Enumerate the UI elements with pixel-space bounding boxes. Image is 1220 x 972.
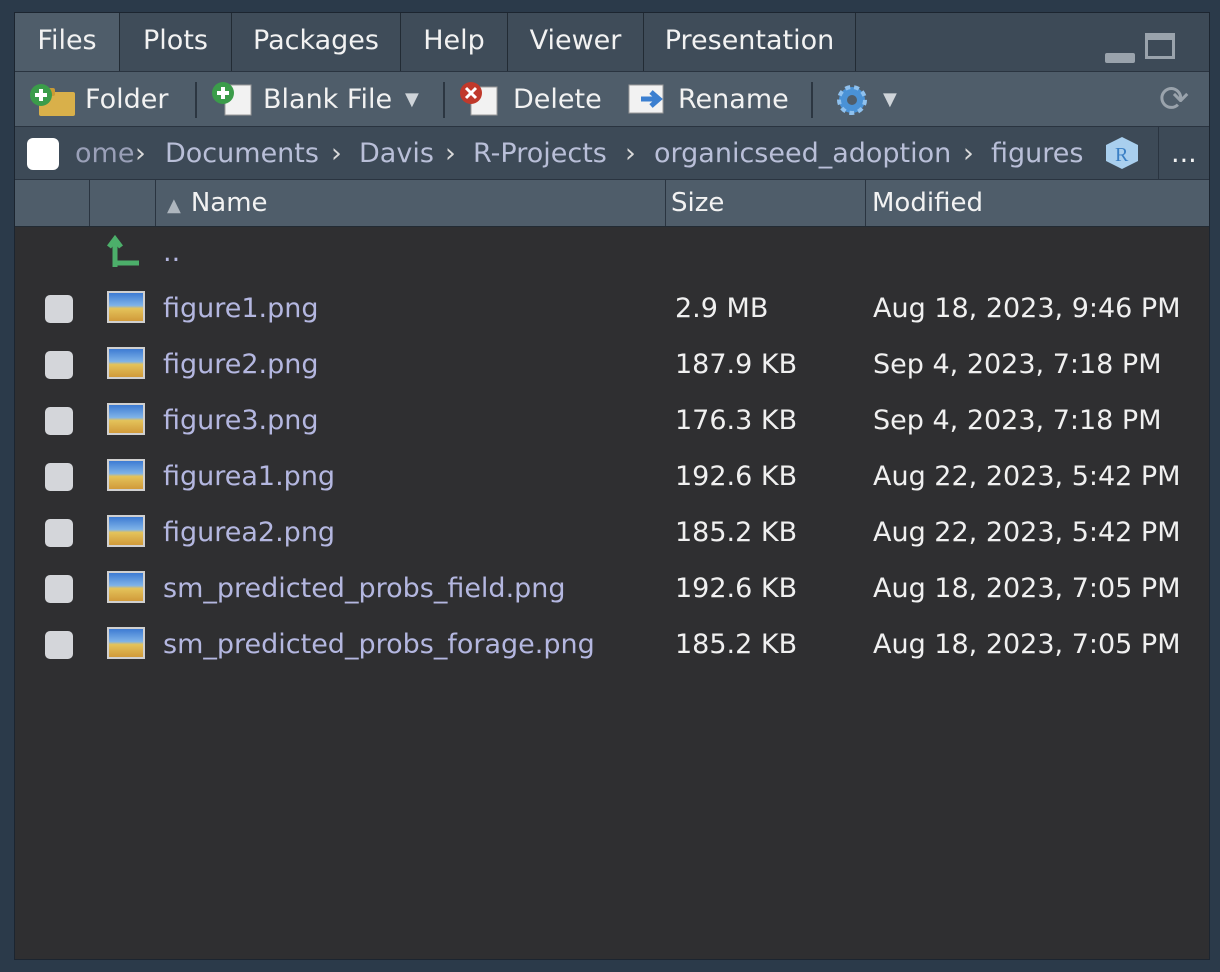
image-file-icon: [107, 347, 145, 379]
breadcrumb-figures[interactable]: figures: [991, 127, 1083, 180]
column-divider: [665, 180, 666, 226]
chevron-right-icon: ›: [445, 138, 456, 169]
tab-viewer[interactable]: Viewer: [508, 13, 644, 71]
column-header-size[interactable]: Size: [671, 180, 724, 226]
chevron-down-icon[interactable]: ▼: [883, 72, 897, 127]
toolbar-separator: [443, 82, 445, 118]
folder-label: Folder: [85, 84, 169, 115]
column-divider: [155, 180, 156, 226]
delete-icon: [460, 82, 498, 116]
breadcrumb-home[interactable]: ome: [75, 127, 134, 180]
row-checkbox[interactable]: [45, 631, 73, 659]
file-size: 192.6 KB: [675, 461, 798, 492]
chevron-right-icon: ›: [135, 138, 146, 169]
file-size: 185.2 KB: [675, 517, 798, 548]
breadcrumb-divider: [1158, 127, 1159, 180]
new-file-icon: [212, 82, 252, 116]
file-size: 192.6 KB: [675, 573, 798, 604]
tab-plots[interactable]: Plots: [120, 13, 232, 71]
file-size: 176.3 KB: [675, 405, 798, 436]
column-header-modified[interactable]: Modified: [872, 180, 983, 226]
table-row: sm_predicted_probs_forage.png 185.2 KB A…: [15, 617, 1209, 673]
breadcrumb-davis[interactable]: Davis: [359, 127, 434, 180]
toolbar-separator: [811, 82, 813, 118]
file-modified: Aug 18, 2023, 9:46 PM: [873, 293, 1181, 324]
table-row: figure2.png 187.9 KB Sep 4, 2023, 7:18 P…: [15, 337, 1209, 393]
file-name-link[interactable]: figure2.png: [163, 337, 319, 393]
image-file-icon: [107, 291, 145, 323]
breadcrumb-documents[interactable]: Documents: [165, 127, 319, 180]
row-checkbox[interactable]: [45, 519, 73, 547]
file-modified: Aug 22, 2023, 5:42 PM: [873, 461, 1181, 492]
image-file-icon: [107, 627, 145, 659]
table-row: figure1.png 2.9 MB Aug 18, 2023, 9:46 PM: [15, 281, 1209, 337]
refresh-icon[interactable]: ⟳: [1159, 72, 1189, 127]
tab-help[interactable]: Help: [401, 13, 508, 71]
gear-icon: [837, 85, 867, 115]
file-modified: Aug 18, 2023, 7:05 PM: [873, 573, 1181, 604]
table-row: sm_predicted_probs_field.png 192.6 KB Au…: [15, 561, 1209, 617]
file-name-link[interactable]: figurea1.png: [163, 449, 335, 505]
row-checkbox[interactable]: [45, 575, 73, 603]
file-size: 185.2 KB: [675, 629, 798, 660]
parent-directory-row[interactable]: ..: [15, 225, 1209, 281]
blank-file-label: Blank File: [263, 84, 393, 115]
more-path-button[interactable]: ...: [1171, 127, 1197, 180]
column-header-name[interactable]: ▲ Name: [167, 180, 268, 226]
r-project-icon[interactable]: R: [1103, 135, 1141, 171]
file-name-link[interactable]: figure3.png: [163, 393, 319, 449]
select-all-checkbox[interactable]: [27, 138, 59, 170]
image-file-icon: [107, 515, 145, 547]
maximize-icon[interactable]: [1145, 33, 1175, 59]
tab-presentation[interactable]: Presentation: [644, 13, 856, 71]
table-row: figurea1.png 192.6 KB Aug 22, 2023, 5:42…: [15, 449, 1209, 505]
file-name-link[interactable]: figure1.png: [163, 281, 319, 337]
tab-bar: Files Plots Packages Help Viewer Present…: [15, 13, 1209, 71]
image-file-icon: [107, 459, 145, 491]
tab-packages[interactable]: Packages: [232, 13, 401, 71]
row-checkbox[interactable]: [45, 295, 73, 323]
rename-icon: [628, 84, 664, 114]
breadcrumb-r-projects[interactable]: R-Projects: [473, 127, 607, 180]
row-checkbox[interactable]: [45, 407, 73, 435]
table-header: ▲ Name Size Modified: [15, 179, 1209, 227]
file-modified: Sep 4, 2023, 7:18 PM: [873, 349, 1162, 380]
image-file-icon: [107, 403, 145, 435]
rename-label: Rename: [678, 84, 789, 115]
new-folder-icon: [30, 84, 75, 116]
table-row: figure3.png 176.3 KB Sep 4, 2023, 7:18 P…: [15, 393, 1209, 449]
file-modified: Aug 22, 2023, 5:42 PM: [873, 517, 1181, 548]
row-checkbox[interactable]: [45, 463, 73, 491]
delete-label: Delete: [513, 84, 602, 115]
file-name-link[interactable]: sm_predicted_probs_forage.png: [163, 617, 595, 673]
chevron-right-icon: ›: [963, 138, 974, 169]
sort-ascending-icon: ▲: [167, 195, 181, 216]
file-name-link[interactable]: sm_predicted_probs_field.png: [163, 561, 566, 617]
chevron-down-icon[interactable]: ▼: [405, 72, 419, 127]
column-divider: [89, 180, 90, 226]
chevron-right-icon: ›: [625, 138, 636, 169]
breadcrumb: ome › Documents › Davis › R-Projects › o…: [15, 126, 1209, 180]
column-divider: [865, 180, 866, 226]
file-size: 187.9 KB: [675, 349, 798, 380]
row-checkbox[interactable]: [45, 351, 73, 379]
table-row: figurea2.png 185.2 KB Aug 22, 2023, 5:42…: [15, 505, 1209, 561]
toolbar-separator: [195, 82, 197, 118]
tab-files[interactable]: Files: [15, 13, 120, 71]
chevron-right-icon: ›: [331, 138, 342, 169]
image-file-icon: [107, 571, 145, 603]
svg-text:R: R: [1115, 144, 1129, 166]
file-name-link[interactable]: figurea2.png: [163, 505, 335, 561]
toolbar: Folder Blank File ▼ Delete Rename ▼ ⟳: [15, 71, 1209, 127]
file-size: 2.9 MB: [675, 293, 769, 324]
files-pane: Files Plots Packages Help Viewer Present…: [14, 12, 1210, 960]
file-modified: Aug 18, 2023, 7:05 PM: [873, 629, 1181, 660]
breadcrumb-organicseed-adoption[interactable]: organicseed_adoption: [654, 127, 951, 180]
minimize-icon[interactable]: [1105, 53, 1135, 63]
go-up-icon: [107, 234, 139, 267]
file-modified: Sep 4, 2023, 7:18 PM: [873, 405, 1162, 436]
parent-directory-link[interactable]: ..: [163, 225, 180, 281]
column-header-name-label: Name: [190, 188, 268, 218]
